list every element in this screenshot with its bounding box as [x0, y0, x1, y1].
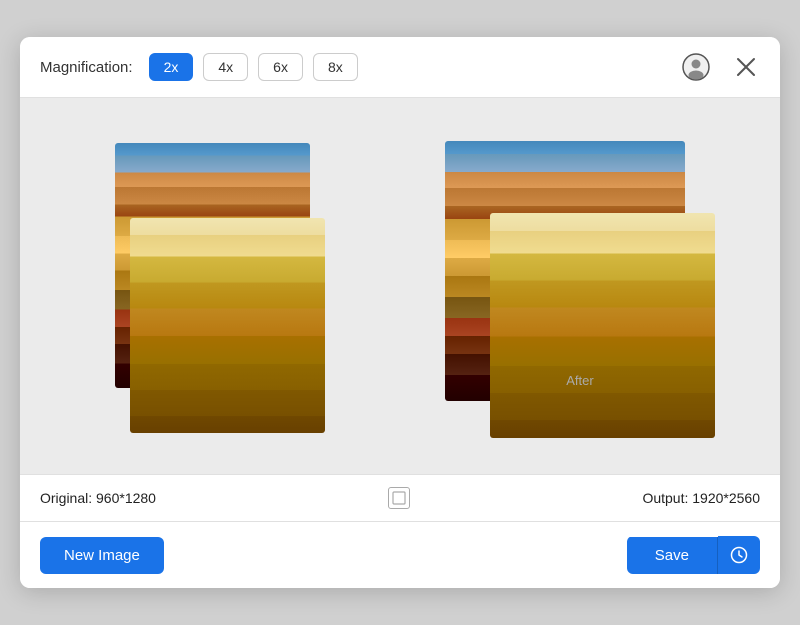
original-info: Original: 960*1280 — [40, 490, 156, 506]
info-bar: Original: 960*1280 Output: 1920*2560 — [20, 474, 780, 522]
account-icon[interactable] — [680, 51, 712, 83]
output-image-front — [490, 213, 715, 438]
close-icon[interactable] — [732, 53, 760, 81]
action-bar: New Image Save — [20, 522, 780, 588]
output-image-stack: After — [445, 133, 715, 443]
save-button[interactable]: Save — [627, 537, 718, 574]
toolbar: Magnification: 2x 4x 6x 8x — [20, 37, 780, 98]
original-image-stack — [105, 133, 335, 443]
sync-icon[interactable] — [388, 487, 410, 509]
preview-area: After — [20, 98, 780, 474]
mag-4x-button[interactable]: 4x — [203, 53, 248, 81]
save-group: Save — [627, 536, 760, 574]
mag-2x-button[interactable]: 2x — [149, 53, 194, 81]
new-image-button[interactable]: New Image — [40, 537, 164, 574]
magnification-label: Magnification: — [40, 59, 133, 76]
output-info: Output: 1920*2560 — [642, 490, 760, 506]
history-icon — [730, 546, 748, 564]
original-image-front — [130, 218, 325, 433]
output-preview-pane: After — [400, 118, 760, 458]
mag-8x-button[interactable]: 8x — [313, 53, 358, 81]
after-label: After — [566, 373, 593, 388]
save-history-button[interactable] — [718, 536, 760, 574]
mag-6x-button[interactable]: 6x — [258, 53, 303, 81]
main-dialog: Magnification: 2x 4x 6x 8x — [20, 37, 780, 588]
original-preview-pane — [40, 118, 400, 458]
